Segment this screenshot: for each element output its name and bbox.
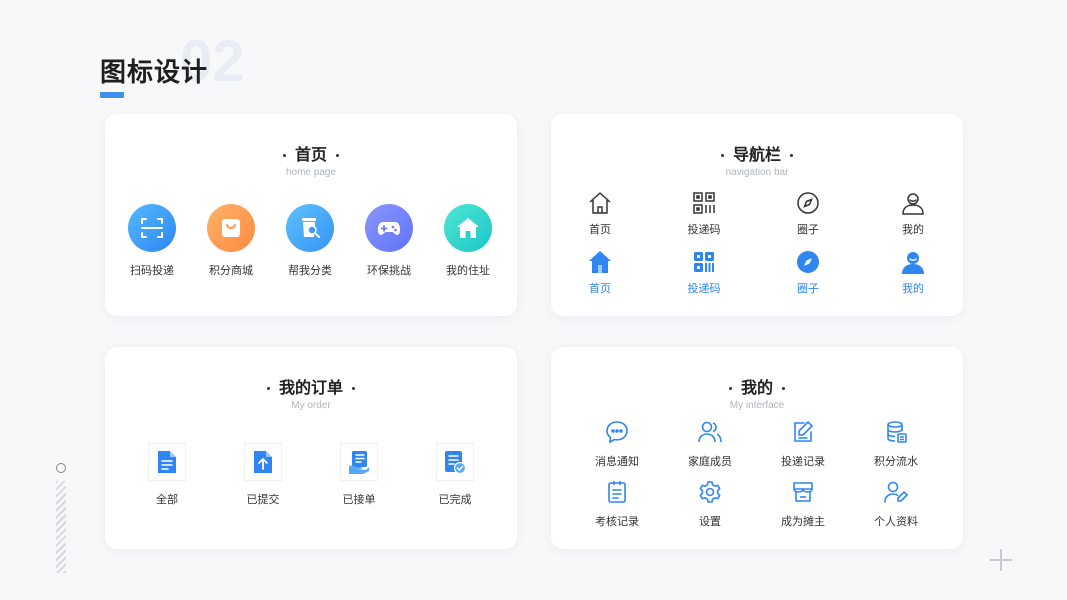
mine-item-become-vendor[interactable]: 成为摊主	[775, 480, 831, 529]
mine-item-delivery-records[interactable]: 投递记录	[775, 420, 831, 469]
home-item-my-address[interactable]: 我的住址	[441, 204, 495, 278]
order-card-subtitle: My order	[291, 400, 331, 411]
family-icon	[698, 421, 722, 443]
mine-item-profile[interactable]: 个人资料	[868, 480, 924, 529]
compass-filled-icon	[797, 251, 819, 273]
edit-record-icon	[794, 420, 814, 442]
scan-icon	[141, 218, 163, 238]
nav-item-label: 我的	[902, 223, 924, 236]
nav-item-home-active[interactable]: 首页	[577, 250, 623, 296]
mine-item-label: 消息通知	[595, 455, 639, 468]
order-item-all[interactable]: 全部	[145, 443, 189, 507]
nav-item-mine-active[interactable]: 我的	[890, 250, 936, 296]
nav-item-home[interactable]: 首页	[577, 191, 623, 237]
home-card-header: 首页 home page	[105, 146, 517, 178]
mine-item-settings[interactable]: 设置	[682, 480, 738, 529]
shop-icon	[793, 482, 813, 502]
nav-item-label: 首页	[589, 282, 611, 295]
order-item-label: 全部	[156, 493, 178, 506]
order-item-label: 已提交	[246, 493, 280, 506]
nav-item-mine[interactable]: 我的	[890, 191, 936, 237]
mine-item-points-flow[interactable]: 积分流水	[868, 420, 924, 469]
mine-item-assessment-records[interactable]: 考核记录	[589, 480, 645, 529]
home-item-points-mall[interactable]: 积分商城	[204, 204, 258, 278]
trash-search-icon	[302, 218, 320, 238]
mine-item-label: 投递记录	[781, 455, 825, 468]
upload-document-icon	[254, 451, 272, 473]
nav-item-label: 我的	[902, 282, 924, 295]
nav-item-label: 投递码	[687, 223, 721, 236]
decor-circle	[56, 463, 66, 473]
home-item-label: 我的住址	[446, 264, 490, 277]
nav-item-label: 投递码	[687, 282, 721, 295]
order-card-header: 我的订单 My order	[105, 379, 517, 411]
mine-item-family[interactable]: 家庭成员	[682, 420, 738, 469]
database-icon	[887, 421, 907, 443]
mine-item-label: 个人资料	[874, 515, 918, 528]
compass-outline-icon	[797, 192, 819, 214]
nav-item-delivery-code-active[interactable]: 投递码	[681, 250, 727, 296]
mine-item-label: 设置	[699, 515, 721, 528]
mine-card-header: 我的 My interface	[551, 379, 963, 411]
qr-code-filled-icon	[694, 252, 714, 272]
home-item-label: 积分商城	[209, 264, 253, 277]
nav-item-label: 圈子	[797, 223, 819, 236]
home-card-subtitle: home page	[285, 167, 337, 178]
qr-code-outline-icon	[693, 192, 715, 214]
order-item-submitted[interactable]: 已提交	[241, 443, 285, 507]
title-underline	[100, 92, 124, 98]
chat-bubble-icon	[606, 421, 628, 444]
order-item-label: 已完成	[438, 493, 472, 506]
clipboard-icon	[608, 480, 626, 503]
nav-card-title: 导航栏	[732, 145, 781, 164]
house-outline-icon	[589, 192, 611, 214]
order-card: 我的订单 My order 全部 已提交 已接单 已完成	[105, 347, 517, 549]
decor-stripes	[56, 481, 66, 573]
house-icon	[457, 218, 479, 238]
user-filled-icon	[902, 252, 924, 274]
home-item-scan[interactable]: 扫码投递	[125, 204, 179, 278]
gamepad-icon	[378, 222, 400, 235]
user-edit-icon	[884, 481, 909, 503]
nav-item-label: 首页	[589, 223, 611, 236]
nav-card: 导航栏 navigation bar 首页 投递码 圈子 我的 首页 投递码 圈…	[551, 114, 963, 316]
gear-icon	[699, 481, 721, 503]
shopping-bag-icon	[222, 219, 240, 237]
nav-item-circle[interactable]: 圈子	[785, 191, 831, 237]
order-item-completed[interactable]: 已完成	[433, 443, 477, 507]
mine-item-label: 家庭成员	[688, 455, 732, 468]
nav-card-header: 导航栏 navigation bar	[551, 146, 963, 178]
hand-document-icon	[349, 451, 369, 474]
mine-card: 我的 My interface 消息通知 家庭成员 投递记录 积分流水 考核记录…	[551, 347, 963, 549]
mine-item-label: 考核记录	[595, 515, 639, 528]
home-item-label: 环保挑战	[367, 264, 411, 277]
home-item-sort-help[interactable]: 帮我分类	[283, 204, 337, 278]
order-card-title: 我的订单	[278, 378, 343, 397]
decor-plus-icon	[990, 549, 1012, 571]
mine-card-title: 我的	[740, 378, 773, 397]
document-icon	[158, 451, 176, 473]
page-title: 图标设计	[100, 58, 209, 88]
check-document-icon	[445, 451, 466, 474]
nav-item-label: 圈子	[797, 282, 819, 295]
nav-item-circle-active[interactable]: 圈子	[785, 250, 831, 296]
home-item-eco-challenge[interactable]: 环保挑战	[362, 204, 416, 278]
order-item-label: 已接单	[342, 493, 376, 506]
house-filled-icon	[589, 251, 611, 273]
home-item-label: 扫码投递	[130, 264, 174, 277]
order-item-accepted[interactable]: 已接单	[337, 443, 381, 507]
mine-item-label: 积分流水	[874, 455, 918, 468]
home-card: 首页 home page 扫码投递 积分商城 帮我分类 环保挑战 我的住址	[105, 114, 517, 316]
nav-item-delivery-code[interactable]: 投递码	[681, 191, 727, 237]
mine-item-messages[interactable]: 消息通知	[589, 420, 645, 469]
home-item-label: 帮我分类	[288, 264, 332, 277]
user-outline-icon	[902, 193, 924, 215]
home-card-title: 首页	[294, 145, 327, 164]
mine-card-subtitle: My interface	[729, 400, 785, 411]
mine-item-label: 成为摊主	[781, 515, 825, 528]
nav-card-subtitle: navigation bar	[725, 167, 789, 178]
